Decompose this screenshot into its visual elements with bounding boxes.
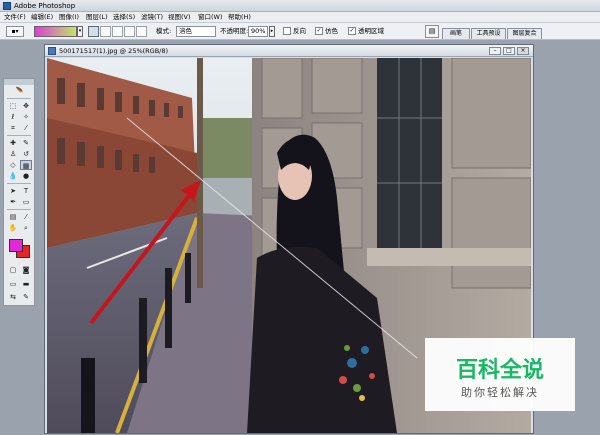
menu-image[interactable]: 图像(I) bbox=[59, 12, 79, 23]
toolbox-divider bbox=[7, 135, 31, 136]
toolbox: 🪶 ⬚ ✥ ℓ ✧ ⌗ ⁄ ✚ ✎ ♙ ↺ ◇ ▦ 💧 ● ➤ T ✒ ▭ ▤ … bbox=[3, 78, 35, 306]
menu-view[interactable]: 视图(V) bbox=[168, 12, 191, 23]
shape-tool-icon[interactable]: ▭ bbox=[20, 197, 32, 207]
menu-filter[interactable]: 滤镜(T) bbox=[141, 12, 163, 23]
tab-brushes[interactable]: 画笔 bbox=[442, 28, 470, 39]
mode-select[interactable]: 溶色 bbox=[176, 26, 216, 37]
standard-mode-icon[interactable]: ▢ bbox=[7, 265, 19, 275]
pen-tool-icon[interactable]: ✒ bbox=[7, 197, 19, 207]
reverse-label: 反向 bbox=[293, 27, 306, 35]
close-icon[interactable]: × bbox=[517, 47, 529, 55]
tab-tool-presets[interactable]: 工具预设 bbox=[471, 28, 506, 39]
toolbox-divider bbox=[7, 183, 31, 184]
maximize-icon[interactable]: □ bbox=[503, 47, 515, 55]
transparency-label: 透明区域 bbox=[358, 27, 384, 35]
toolbox-divider bbox=[7, 98, 31, 99]
menu-layer[interactable]: 图层(L) bbox=[86, 12, 108, 23]
menu-bar: 文件(F) 编辑(E) 图像(I) 图层(L) 选择(S) 滤镜(T) 视图(V… bbox=[0, 12, 600, 23]
marquee-tool-icon[interactable]: ⬚ bbox=[7, 101, 19, 111]
eyedropper-tool-icon[interactable]: ⁄ bbox=[20, 212, 32, 222]
reflected-gradient-button[interactable] bbox=[124, 26, 135, 37]
linear-gradient-button[interactable] bbox=[88, 26, 99, 37]
app-title: Adobe Photoshop bbox=[14, 2, 76, 10]
jump-to-imageready-icon[interactable]: ⇆ bbox=[7, 292, 19, 302]
opacity-slider-arrow-icon[interactable]: ▸ bbox=[269, 26, 275, 37]
healing-brush-icon[interactable]: ✚ bbox=[7, 138, 19, 148]
gradient-picker-arrow-icon[interactable]: ▾ bbox=[77, 26, 83, 37]
type-tool-icon[interactable]: T bbox=[20, 186, 32, 196]
brush-preset-icon[interactable]: ✎ bbox=[20, 292, 32, 302]
feather-logo-icon: 🪶 bbox=[15, 87, 25, 95]
hand-tool-icon[interactable]: ✋ bbox=[7, 223, 19, 233]
toolbox-divider bbox=[7, 209, 31, 210]
gradient-tool-icon[interactable]: ▦ bbox=[20, 160, 32, 170]
move-tool-icon[interactable]: ✥ bbox=[20, 101, 32, 111]
mode-label: 模式: bbox=[156, 27, 172, 35]
watermark-main-text: 百科全说 bbox=[455, 358, 544, 383]
path-select-icon[interactable]: ➤ bbox=[7, 186, 19, 196]
app-titlebar: Adobe Photoshop bbox=[0, 0, 600, 12]
brush-tool-icon[interactable]: ✎ bbox=[20, 138, 32, 148]
menu-file[interactable]: 文件(F) bbox=[4, 12, 26, 23]
toolbox-grip[interactable] bbox=[4, 79, 34, 85]
opacity-label: 不透明度: bbox=[220, 27, 249, 35]
fullscreen-mode-icon[interactable]: ▬ bbox=[20, 279, 32, 289]
opacity-field[interactable]: 90% bbox=[248, 26, 268, 37]
transparency-checkbox[interactable]: ✓ bbox=[348, 27, 356, 35]
angle-gradient-button[interactable] bbox=[112, 26, 123, 37]
eraser-tool-icon[interactable]: ◇ bbox=[7, 160, 19, 170]
watermark-sub-text: 助你轻松解决 bbox=[461, 386, 539, 399]
photoshop-icon bbox=[3, 2, 11, 10]
menu-window[interactable]: 窗口(W) bbox=[198, 12, 223, 23]
minimize-icon[interactable]: – bbox=[489, 47, 501, 55]
blur-tool-icon[interactable]: 💧 bbox=[7, 171, 19, 181]
palette-well-icon[interactable]: ▤ bbox=[425, 25, 439, 38]
zoom-tool-icon[interactable]: ⌕ bbox=[20, 223, 32, 233]
tool-preset-picker[interactable]: ▪▾ bbox=[6, 26, 24, 37]
dodge-tool-icon[interactable]: ● bbox=[20, 171, 32, 181]
diamond-gradient-button[interactable] bbox=[136, 26, 147, 37]
document-titlebar[interactable]: 500171517(1).jpg @ 25%(RGB/8) – □ × bbox=[45, 45, 533, 57]
radial-gradient-button[interactable] bbox=[100, 26, 111, 37]
notes-tool-icon[interactable]: ▤ bbox=[7, 212, 19, 222]
crop-tool-icon[interactable]: ⌗ bbox=[7, 123, 19, 133]
menu-edit[interactable]: 编辑(E) bbox=[31, 12, 53, 23]
menu-select[interactable]: 选择(S) bbox=[113, 12, 135, 23]
dither-checkbox[interactable]: ✓ bbox=[315, 27, 323, 35]
reverse-checkbox[interactable] bbox=[283, 27, 291, 35]
document-icon bbox=[48, 47, 56, 55]
clone-stamp-icon[interactable]: ♙ bbox=[7, 149, 19, 159]
dither-label: 仿色 bbox=[325, 27, 338, 35]
document-title: 500171517(1).jpg @ 25%(RGB/8) bbox=[59, 47, 169, 55]
magic-wand-tool-icon[interactable]: ✧ bbox=[20, 112, 32, 122]
lasso-tool-icon[interactable]: ℓ bbox=[7, 112, 19, 122]
history-brush-icon[interactable]: ↺ bbox=[20, 149, 32, 159]
screen-mode-icon[interactable]: ▭ bbox=[7, 279, 19, 289]
tab-layer-comps[interactable]: 图层复合 bbox=[507, 28, 542, 39]
slice-tool-icon[interactable]: ⁄ bbox=[20, 123, 32, 133]
foreground-color-swatch[interactable] bbox=[9, 239, 23, 252]
gradient-swatch[interactable] bbox=[34, 26, 77, 37]
menu-help[interactable]: 帮助(H) bbox=[228, 12, 251, 23]
quick-mask-icon[interactable]: ◙ bbox=[20, 265, 32, 275]
watermark-badge: 百科全说 助你轻松解决 bbox=[425, 338, 575, 411]
